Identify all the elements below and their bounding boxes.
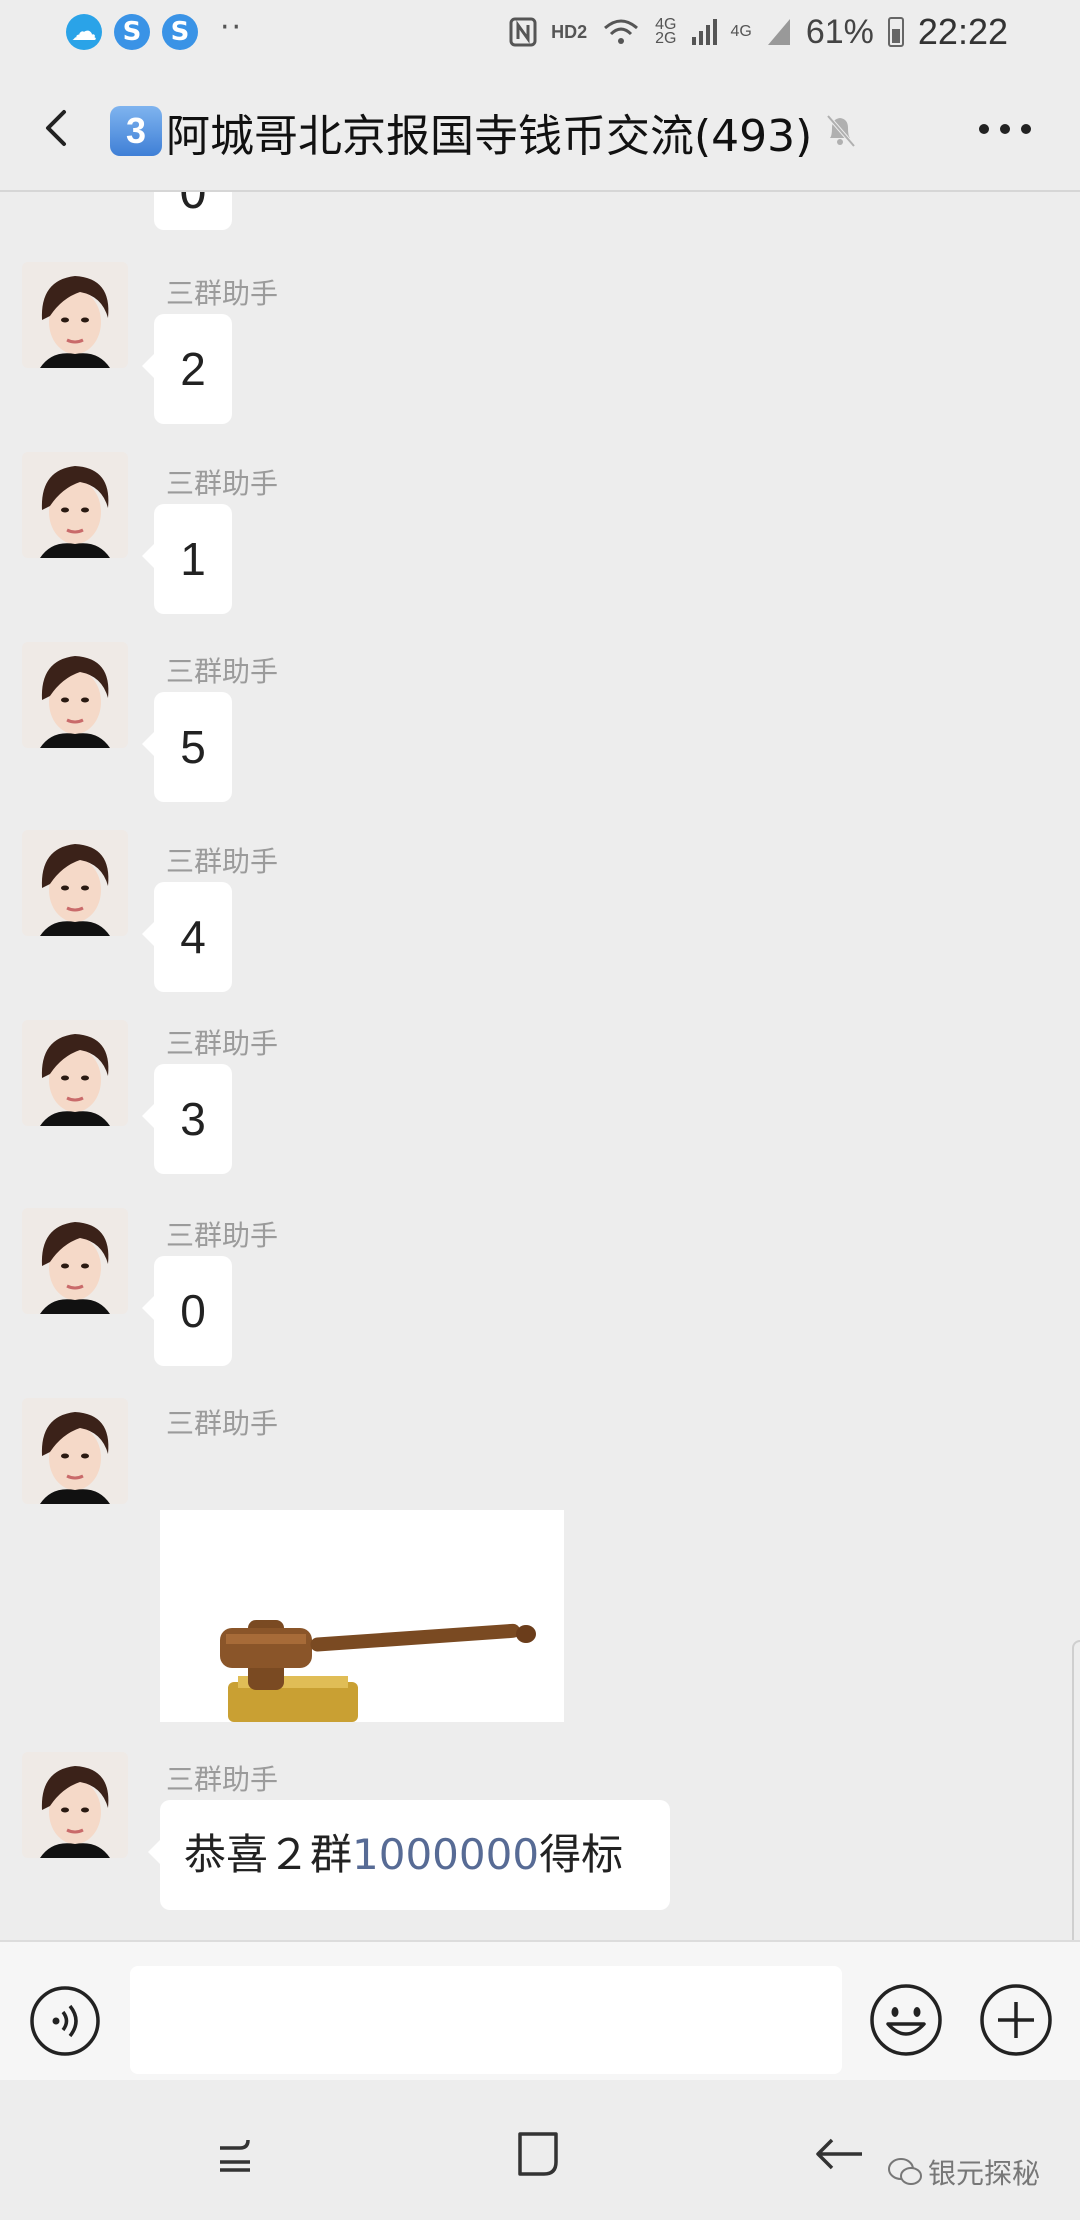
message-text: 2 <box>180 343 206 395</box>
signal-icon <box>691 19 717 45</box>
sender-name: 三群助手 <box>166 1763 279 1796</box>
chat-title: 阿城哥北京报国寺钱币交流(493) <box>166 111 813 162</box>
more-functions-button[interactable] <box>978 1982 1054 2058</box>
plus-icon <box>980 1984 1052 2056</box>
weather-app-icon: ☁ <box>66 14 102 50</box>
message-bubble[interactable]: 4 <box>142 882 232 992</box>
sender-name: 三群助手 <box>166 655 279 688</box>
message-text: 恭喜２群 <box>184 1830 353 1879</box>
avatar[interactable] <box>22 830 128 936</box>
sender-name: 三群助手 <box>166 1027 279 1060</box>
back-icon <box>816 2138 862 2170</box>
back-nav-button[interactable] <box>812 2128 868 2180</box>
message-bubble[interactable]: 3 <box>142 1064 232 1174</box>
voice-icon <box>30 1986 100 2056</box>
signal-type-2g: 2G <box>655 30 677 47</box>
back-arrow-icon <box>46 110 66 146</box>
message-text: 5 <box>180 721 206 773</box>
clock: 22:22 <box>917 11 1008 52</box>
group-number-badge: 3 <box>110 106 162 156</box>
message-text: 0 <box>178 192 208 219</box>
notification-dots: ·· <box>220 10 244 45</box>
voice-button[interactable] <box>28 1984 102 2058</box>
message-text: 1 <box>180 533 206 585</box>
wechat-logo-icon <box>888 2158 922 2185</box>
avatar[interactable] <box>22 1020 128 1126</box>
sogou-icon: S <box>162 14 198 50</box>
signal-icon <box>767 19 790 45</box>
nfc-icon <box>509 17 537 47</box>
recent-apps-icon <box>220 2139 250 2172</box>
avatar[interactable] <box>22 642 128 748</box>
emoji-button[interactable] <box>868 1982 944 2058</box>
message-text: 0 <box>180 1285 206 1337</box>
sender-name: 三群助手 <box>166 1219 279 1252</box>
watermark-text: 银元探秘 <box>928 2157 1041 2190</box>
sogou-icon: S <box>114 14 150 50</box>
avatar[interactable] <box>22 1398 128 1504</box>
gavel-image[interactable] <box>160 1510 564 1722</box>
message-bubble[interactable]: 5 <box>142 692 232 802</box>
status-bar: ☁ S S ·· HD2 4G 2G 4G 61% 22:22 <box>0 0 1080 64</box>
chat-header: 3 阿城哥北京报国寺钱币交流(493) <box>0 64 1080 192</box>
avatar[interactable] <box>22 452 128 558</box>
more-dots-icon <box>979 124 1031 134</box>
mute-bell-icon <box>820 110 860 150</box>
emoji-icon <box>870 1984 942 2056</box>
highlighted-number[interactable]: 1000000 <box>352 1830 539 1879</box>
avatar[interactable] <box>22 1752 128 1858</box>
message-text: 得标 <box>539 1830 624 1879</box>
recent-apps-button[interactable] <box>210 2130 260 2180</box>
input-bar <box>0 1940 1080 2080</box>
more-options-button[interactable] <box>970 104 1040 154</box>
back-button[interactable] <box>30 98 90 158</box>
wifi-icon <box>604 19 639 44</box>
avatar[interactable] <box>22 1208 128 1314</box>
watermark: 银元探秘 <box>888 2152 1040 2192</box>
message-bubble[interactable]: 2 <box>142 314 232 424</box>
battery-percentage: 61% <box>805 12 874 51</box>
message-text: 4 <box>180 911 206 963</box>
home-button[interactable] <box>512 2128 564 2180</box>
sender-name: 三群助手 <box>166 277 279 310</box>
signal-type-label: 4G 2G <box>655 17 677 47</box>
system-nav-bar: 银元探秘 <box>0 2080 1080 2220</box>
message-bubble[interactable]: 0 <box>142 1256 232 1366</box>
message-input[interactable] <box>130 1966 842 2074</box>
message-bubble[interactable]: 1 <box>142 504 232 614</box>
battery-icon <box>887 17 904 47</box>
sender-name: 三群助手 <box>166 845 279 878</box>
home-icon <box>518 2132 558 2176</box>
message-text: 3 <box>180 1093 206 1145</box>
sender-name: 三群助手 <box>166 467 279 500</box>
sender-name: 三群助手 <box>166 1407 279 1440</box>
message-bubble-partial[interactable]: 0 <box>154 192 232 230</box>
avatar[interactable] <box>22 262 128 368</box>
message-bubble[interactable]: 恭喜２群1000000得标 <box>148 1800 670 1910</box>
hd-indicator: HD2 <box>551 21 588 42</box>
signal-type-label-2: 4G <box>730 23 752 40</box>
status-indicators: HD2 4G 2G 4G 61% 22:22 <box>509 10 1008 54</box>
